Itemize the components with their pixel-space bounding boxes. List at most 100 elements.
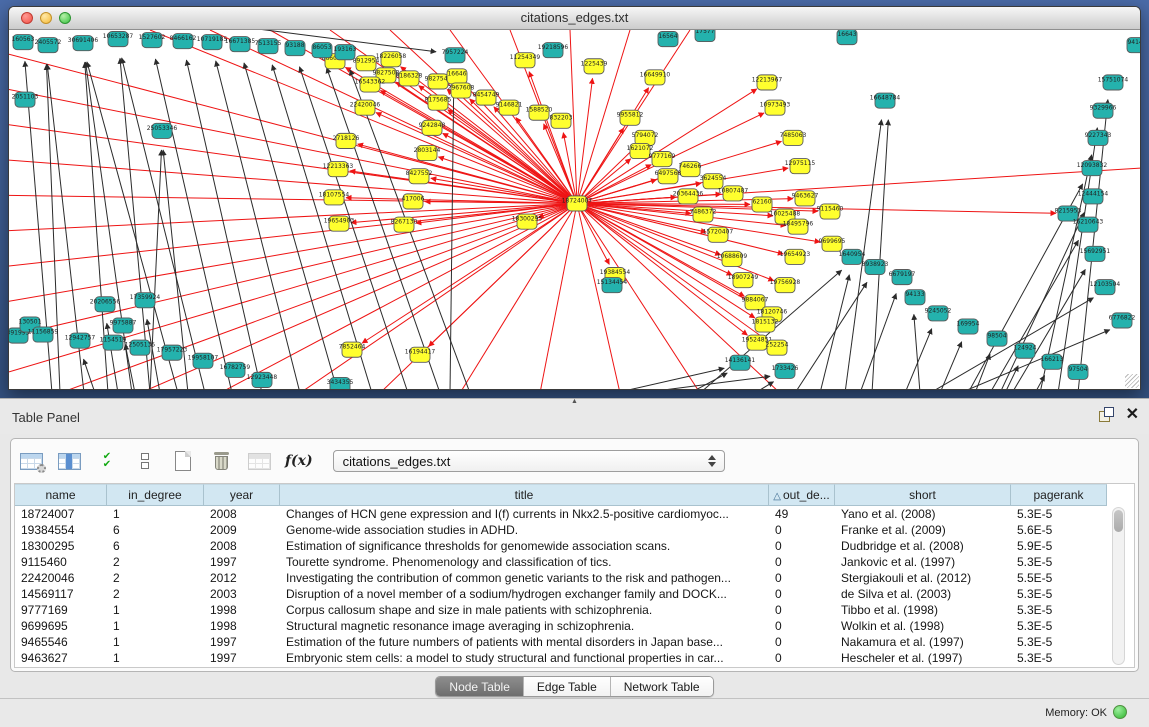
graph-node[interactable]: 8175685: [425, 95, 452, 110]
network-graph[interactable]: 1872400786601238912954182260589827508818…: [9, 30, 1140, 389]
table-select-dropdown[interactable]: citations_edges.txt: [333, 450, 725, 472]
table-cell[interactable]: 1: [107, 650, 204, 666]
graph-node[interactable]: 12444154: [1078, 189, 1109, 204]
table-cell[interactable]: 18300295: [15, 538, 107, 554]
table-cell[interactable]: 1: [107, 634, 204, 650]
table-cell[interactable]: 2003: [204, 586, 280, 602]
delete-column-button[interactable]: [209, 448, 233, 474]
table-cell[interactable]: Jankovic et al. (1997): [835, 554, 1011, 570]
tab-node-table[interactable]: Node Table: [436, 677, 524, 696]
graph-node[interactable]: 2967608: [448, 83, 475, 98]
graph-node[interactable]: 15134454: [597, 278, 628, 293]
table-cell[interactable]: 0: [769, 634, 835, 650]
graph-node[interactable]: 9146821: [496, 100, 523, 115]
table-row[interactable]: 977716911998Corpus callosum shape and si…: [15, 602, 1134, 618]
column-header-short[interactable]: short: [835, 484, 1011, 506]
graph-node[interactable]: 18495796: [783, 219, 814, 234]
graph-node[interactable]: 9777169: [649, 152, 676, 167]
graph-node[interactable]: 19958107: [188, 353, 219, 368]
column-header-in_degree[interactable]: in_degree: [107, 484, 204, 506]
table-cell[interactable]: 18724007: [15, 506, 107, 522]
graph-node[interactable]: 1225439: [581, 59, 608, 74]
graph-node[interactable]: 16648784: [870, 93, 901, 108]
graph-node[interactable]: 18300295: [512, 214, 543, 229]
table-cell[interactable]: 5.3E-5: [1011, 618, 1107, 634]
graph-node[interactable]: 3434355: [327, 377, 354, 389]
table-cell[interactable]: 5.3E-5: [1011, 586, 1107, 602]
graph-node[interactable]: 7852464: [339, 342, 366, 357]
graph-node[interactable]: 166213: [1041, 354, 1064, 369]
table-cell[interactable]: 0: [769, 554, 835, 570]
rows-button[interactable]: [133, 448, 157, 474]
graph-node[interactable]: 10653287: [103, 32, 134, 47]
table-cell[interactable]: Stergiakouli et al. (2012): [835, 570, 1011, 586]
table-cell[interactable]: 5.6E-5: [1011, 522, 1107, 538]
graph-node[interactable]: 6679197: [889, 270, 916, 285]
table-cell[interactable]: 1998: [204, 618, 280, 634]
table-cell[interactable]: 2008: [204, 538, 280, 554]
table-row[interactable]: 946362711997Embryonic stem cells: a mode…: [15, 650, 1134, 666]
graph-node[interactable]: 160563: [12, 35, 35, 50]
table-cell[interactable]: de Silva et al. (2003): [835, 586, 1011, 602]
table-cell[interactable]: 2012: [204, 570, 280, 586]
table-cell[interactable]: Tourette syndrome. Phenomenology and cla…: [280, 554, 769, 570]
table-cell[interactable]: 19384554: [15, 522, 107, 538]
graph-node[interactable]: 16210643: [1073, 217, 1104, 232]
table-row[interactable]: 1830029562008Estimation of significance …: [15, 538, 1134, 554]
table-cell[interactable]: 14569117: [15, 586, 107, 602]
table-cell[interactable]: 9777169: [15, 602, 107, 618]
table-cell[interactable]: Hescheler et al. (1997): [835, 650, 1011, 666]
graph-node[interactable]: 12213967: [752, 75, 783, 90]
graph-node[interactable]: 98504: [987, 331, 1007, 346]
graph-node[interactable]: 9955812: [617, 110, 644, 125]
column-header-out_de[interactable]: △out_de...: [769, 484, 835, 506]
graph-node[interactable]: 9329966: [1090, 103, 1117, 118]
table-cell[interactable]: 0: [769, 618, 835, 634]
graph-node[interactable]: 169954: [957, 319, 980, 334]
table-cell[interactable]: 1: [107, 618, 204, 634]
network-canvas[interactable]: 1872400786601238912954182260589827508818…: [9, 30, 1140, 389]
table-cell[interactable]: Dudbridge et al. (2008): [835, 538, 1011, 554]
graph-node[interactable]: 18907249: [728, 273, 759, 288]
graph-node[interactable]: 1527602: [139, 33, 166, 48]
vertical-scrollbar[interactable]: [1112, 507, 1125, 665]
graph-node[interactable]: 8466162: [170, 34, 197, 49]
graph-node[interactable]: 10719185: [197, 35, 228, 50]
graph-node[interactable]: 12213363: [323, 162, 354, 177]
graph-node[interactable]: 7513155: [255, 39, 282, 54]
window-titlebar[interactable]: citations_edges.txt: [9, 7, 1140, 30]
column-header-year[interactable]: year: [204, 484, 280, 506]
table-cell[interactable]: 6: [107, 538, 204, 554]
graph-node[interactable]: 12093832: [1077, 161, 1108, 176]
graph-node[interactable]: 94148: [1127, 38, 1140, 53]
table-cell[interactable]: 5.3E-5: [1011, 634, 1107, 650]
table-cell[interactable]: 1998: [204, 602, 280, 618]
table-cell[interactable]: 1997: [204, 554, 280, 570]
graph-node[interactable]: 2405572: [35, 38, 62, 53]
table-cell[interactable]: Genome-wide association studies in ADHD.: [280, 522, 769, 538]
graph-node[interactable]: 12103504: [1090, 280, 1121, 295]
table-cell[interactable]: 0: [769, 602, 835, 618]
graph-node[interactable]: 30691406: [68, 36, 99, 51]
table-cell[interactable]: 9115460: [15, 554, 107, 570]
window-resize-grip[interactable]: [1125, 374, 1139, 388]
graph-node[interactable]: 15751074: [1098, 75, 1129, 90]
table-cell[interactable]: 5.5E-5: [1011, 570, 1107, 586]
table-cell[interactable]: 5.9E-5: [1011, 538, 1107, 554]
table-cell[interactable]: 6: [107, 522, 204, 538]
graph-node[interactable]: 2718126: [333, 133, 360, 148]
graph-node[interactable]: 12975115: [785, 159, 816, 174]
table-row[interactable]: 911546021997Tourette syndrome. Phenomeno…: [15, 554, 1134, 570]
table-cell[interactable]: 9463627: [15, 650, 107, 666]
tab-network-table[interactable]: Network Table: [611, 677, 713, 696]
graph-node[interactable]: 252254: [766, 340, 789, 355]
table-cell[interactable]: Franke et al. (2009): [835, 522, 1011, 538]
graph-node[interactable]: 9242848: [419, 120, 446, 135]
function-builder-button[interactable]: f(x): [285, 448, 313, 474]
table-cell[interactable]: 49: [769, 506, 835, 522]
table-cell[interactable]: 5.3E-5: [1011, 554, 1107, 570]
scrollbar-thumb[interactable]: [1114, 510, 1123, 532]
table-cell[interactable]: 2009: [204, 522, 280, 538]
table-cell[interactable]: 9465546: [15, 634, 107, 650]
graph-node[interactable]: 2051103: [12, 92, 39, 107]
